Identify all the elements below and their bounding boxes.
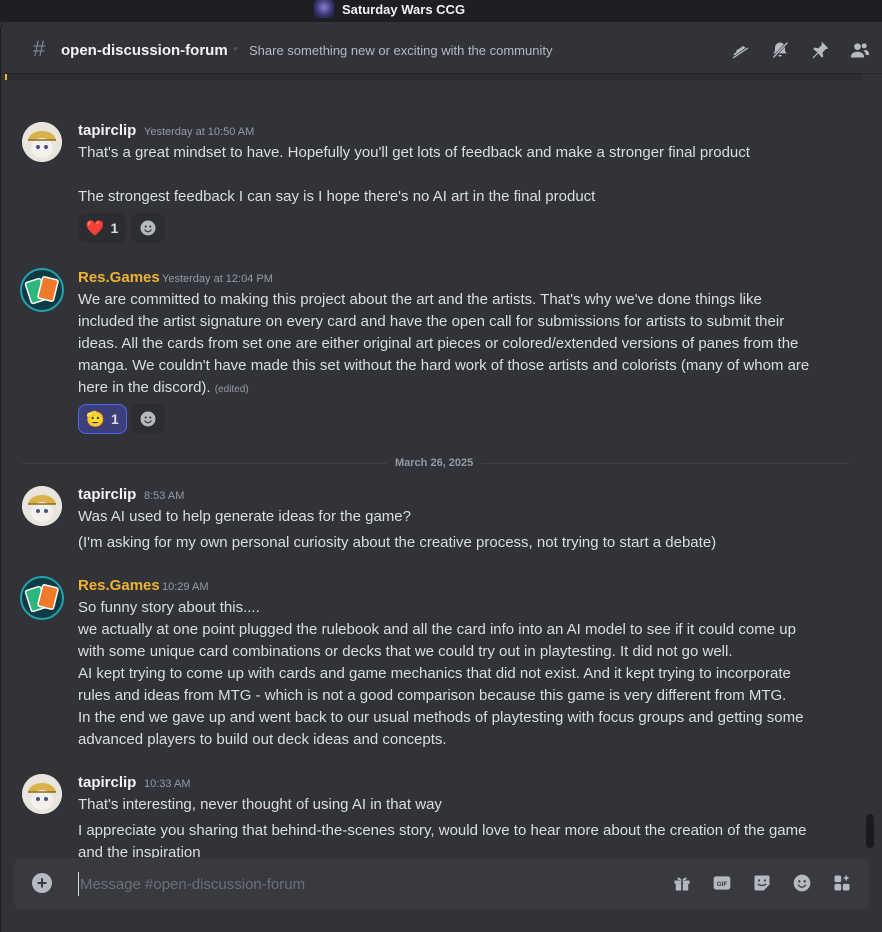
message-text: I appreciate you sharing that behind-the…	[78, 822, 807, 839]
message-text: manga. We couldn't have made this set wi…	[78, 357, 810, 374]
gif-icon[interactable]: GIF	[712, 873, 732, 893]
message-text: here in the discord).	[78, 379, 211, 396]
message-text: (I'm asking for my own personal curiosit…	[78, 534, 717, 551]
cards-avatar-icon	[20, 268, 64, 312]
message-timestamp: 10:29 AM	[162, 581, 209, 593]
svg-text:GIF: GIF	[717, 881, 728, 888]
message-text: ideas. All the cards from set one are ei…	[78, 335, 799, 352]
scrollbar-thumb[interactable]	[866, 814, 874, 848]
channel-hash-icon: #	[33, 36, 46, 61]
tapir-avatar-icon	[22, 486, 62, 526]
reaction-salute[interactable]: 🫡 1	[78, 404, 127, 434]
message-text: That's interesting, never thought of usi…	[78, 796, 442, 813]
message-text: rules and ideas from MTG - which is not …	[78, 687, 787, 704]
message-input[interactable]	[78, 872, 598, 896]
add-reaction-icon	[140, 220, 156, 236]
emoji-icon[interactable]	[792, 873, 812, 893]
threads-icon[interactable]	[730, 40, 750, 60]
header-toolbar	[730, 40, 870, 60]
message-author[interactable]: tapirclip	[78, 486, 136, 503]
salute-emoji-icon: 🫡	[86, 411, 105, 428]
attach-plus-icon[interactable]: +	[32, 873, 52, 893]
message-timestamp: 10:33 AM	[144, 778, 191, 790]
message-text: included the artist signature on every c…	[78, 313, 785, 330]
message-list[interactable]: tapirclip Yesterday at 10:50 AM That's a…	[1, 80, 867, 861]
reaction-heart[interactable]: ❤️ 1	[78, 213, 126, 243]
channel-header: # open-discussion-forum • Share somethin…	[1, 26, 882, 74]
avatar[interactable]	[22, 486, 62, 526]
reaction-count: 1	[110, 220, 119, 236]
message-author[interactable]: tapirclip	[78, 774, 136, 791]
cards-avatar-icon	[20, 576, 64, 620]
add-reaction-button[interactable]	[131, 213, 165, 243]
notifications-muted-icon[interactable]	[770, 40, 790, 60]
member-list-icon[interactable]	[850, 40, 870, 60]
avatar[interactable]	[22, 122, 62, 162]
date-divider: March 26, 2025	[387, 457, 482, 469]
message-text: So funny story about this....	[78, 599, 260, 616]
message-timestamp: 8:53 AM	[144, 490, 185, 502]
tapir-avatar-icon	[22, 122, 62, 162]
message-author[interactable]: tapirclip	[78, 122, 136, 139]
message-text: The strongest feedback I can say is I ho…	[78, 188, 596, 205]
message-text: Was AI used to help generate ideas for t…	[78, 508, 411, 525]
pin-icon[interactable]	[810, 40, 830, 60]
header-separator: •	[233, 40, 238, 56]
channel-topic[interactable]: Share something new or exciting with the…	[249, 43, 552, 58]
server-title: Saturday Wars CCG	[314, 0, 465, 18]
edited-label: (edited)	[214, 384, 249, 395]
message-author[interactable]: Res.Games	[78, 577, 160, 594]
title-bar: Saturday Wars CCG	[0, 0, 882, 22]
reaction-count: 1	[110, 411, 119, 427]
avatar[interactable]	[18, 266, 66, 314]
add-reaction-icon	[140, 411, 156, 427]
tapir-avatar-icon	[22, 774, 62, 814]
add-reaction-button[interactable]	[131, 404, 165, 434]
composer-toolbar: GIF	[672, 873, 852, 893]
avatar[interactable]	[22, 774, 62, 814]
channel-name: open-discussion-forum	[61, 42, 228, 59]
message-text: with some unique card combinations or de…	[78, 643, 733, 660]
chat-frame: # open-discussion-forum • Share somethin…	[0, 22, 882, 932]
message-text-last: here in the discord). (edited)	[78, 377, 838, 401]
heart-emoji-icon: ❤️	[85, 220, 105, 237]
message-text: AI kept trying to come up with cards and…	[78, 665, 791, 682]
message-text: advanced players to build out deck ideas…	[78, 731, 447, 748]
server-name: Saturday Wars CCG	[342, 1, 466, 17]
message-author[interactable]: Res.Games	[78, 269, 160, 286]
message-composer: + GIF	[14, 858, 870, 910]
message-text: We are committed to making this project …	[78, 291, 762, 308]
message-text: That's a great mindset to have. Hopefull…	[78, 144, 750, 161]
message-text: In the end we gave up and went back to o…	[78, 709, 804, 726]
message-timestamp: Yesterday at 10:50 AM	[144, 126, 255, 138]
message-timestamp: Yesterday at 12:04 PM	[162, 273, 273, 285]
message-text: we actually at one point plugged the rul…	[78, 621, 796, 638]
avatar[interactable]	[18, 574, 66, 622]
gift-icon[interactable]	[672, 873, 692, 893]
sticker-icon[interactable]	[752, 873, 772, 893]
apps-icon[interactable]	[832, 873, 852, 893]
server-icon	[314, 0, 334, 18]
